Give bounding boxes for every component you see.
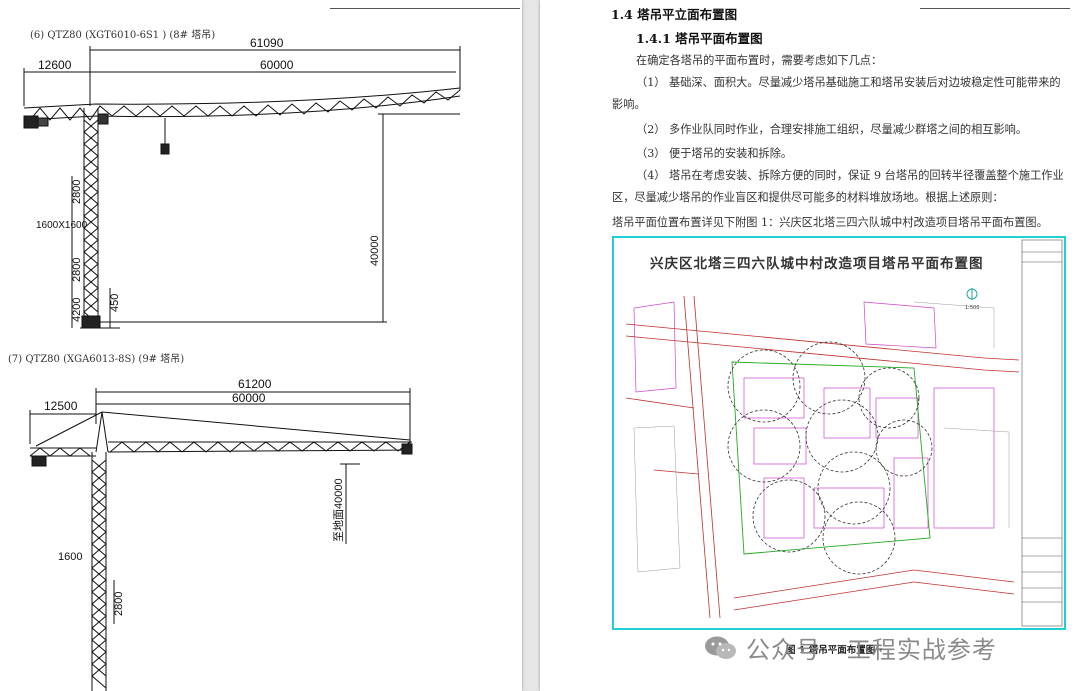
point-4: （4） 塔吊在考虑安装、拆除方便的同时，保证 9 台塔吊的回转半径覆盖整个施工作… — [612, 169, 1064, 204]
subsection-heading: 1.4.1 塔吊平面布置图 — [636, 31, 763, 46]
crane6-dim-section: 2800 — [71, 180, 83, 204]
watermark-text: 公众号 · 工程实战参考 — [746, 636, 997, 664]
section-heading: 1.4 塔吊平立面布置图 — [611, 7, 738, 22]
document-page-left: (6) QTZ80 (XGT6010-6S1 ) (8# 塔吊) 61090 1… — [0, 0, 522, 691]
crane7-dim-rear: 12500 — [44, 399, 78, 413]
crane6-dim-total: 61090 — [250, 36, 284, 50]
north-arrow-icon: 1:500 — [965, 288, 979, 311]
site-plan-drawing: 1:500 — [625, 239, 1063, 627]
crane6-dim-rear: 12600 — [38, 58, 72, 72]
crane7-dim-jib: 60000 — [232, 391, 266, 405]
crane6-dim-base-a: 4200 — [71, 298, 83, 322]
figure-reference: 塔吊平面位置布置详见下附图 1：兴庆区北塔三四六队城中村改造项目塔吊平面布置图。 — [612, 216, 1048, 229]
site-plan-figure: 兴庆区北塔三四六队城中村改造项目塔吊平面布置图 1:500 — [612, 236, 1066, 630]
crane7-dim-height: 至地面40000 — [332, 478, 345, 542]
crane7-dim-section: 2800 — [113, 592, 125, 616]
crane7-drawing: 61200 12500 60000 至地面40000 1600 2800 — [29, 377, 413, 691]
watermark: 公众号 · 工程实战参考 — [704, 630, 997, 665]
crane6-dim-height: 40000 — [369, 235, 381, 266]
crane6-dim-mast: 1600X1600 — [36, 220, 88, 231]
point-2: （2） 多作业队同时作业，合理安排施工组织，尽量减少群塔之间的相互影响。 — [636, 123, 1028, 136]
wechat-icon — [705, 636, 736, 659]
point-1: （1） 基础深、面积大。尽量减少塔吊基础施工和塔吊安装后对边坡稳定性可能带来的影… — [612, 76, 1061, 111]
point-3: （3） 便于塔吊的安装和拆除。 — [636, 147, 793, 160]
page-header-rule — [330, 0, 520, 9]
crane6-dim-section-b: 2800 — [71, 258, 83, 282]
document-page-right: 1.4 塔吊平立面布置图 1.4.1 塔吊平面布置图 在确定各塔吊的平面布置时，… — [540, 0, 1080, 691]
crane7-caption: (7) QTZ80 (XGA6013-8S) (9# 塔吊) — [8, 354, 185, 365]
intro-paragraph: 在确定各塔吊的平面布置时，需要考虑如下几点： — [636, 54, 883, 67]
crane6-dim-jib: 60000 — [260, 58, 294, 72]
crane6-drawing: 61090 12600 60000 40000 2800 1600X1600 2… — [23, 36, 461, 329]
crane7-dim-total: 61200 — [238, 377, 272, 391]
crane7-dim-mast: 1600 — [58, 551, 82, 563]
crane6-dim-base-b: 450 — [109, 294, 121, 312]
page-header-rule — [920, 0, 1070, 9]
